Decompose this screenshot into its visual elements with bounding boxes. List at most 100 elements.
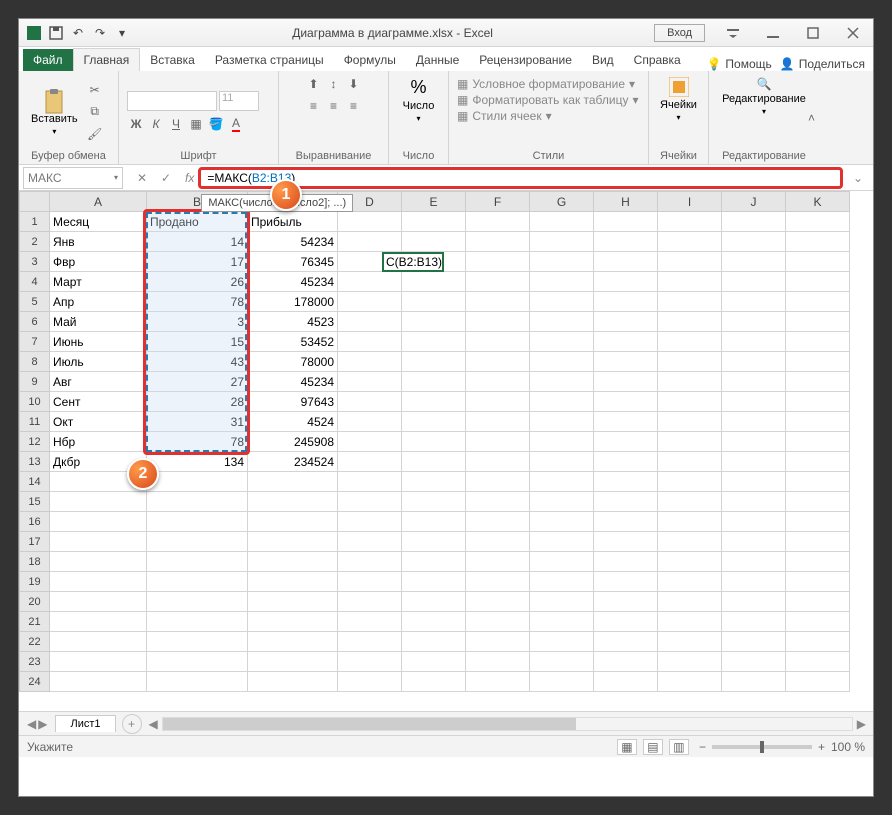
- cell-I14[interactable]: [658, 472, 722, 492]
- cell-G11[interactable]: [530, 412, 594, 432]
- cell-B20[interactable]: [147, 592, 248, 612]
- cell-C1[interactable]: Прибыль: [248, 212, 338, 232]
- cell-E21[interactable]: [402, 612, 466, 632]
- tab-insert[interactable]: Вставка: [140, 49, 205, 71]
- cell-G10[interactable]: [530, 392, 594, 412]
- cell-I17[interactable]: [658, 532, 722, 552]
- row-header-24[interactable]: 24: [20, 672, 50, 692]
- border-icon[interactable]: ▦: [187, 115, 205, 133]
- underline-button[interactable]: Ч: [167, 115, 185, 133]
- undo-icon[interactable]: ↶: [69, 24, 87, 42]
- cell-J21[interactable]: [722, 612, 786, 632]
- cell-I15[interactable]: [658, 492, 722, 512]
- cell-J9[interactable]: [722, 372, 786, 392]
- cell-B11[interactable]: 31: [147, 412, 248, 432]
- cell-D19[interactable]: [338, 572, 402, 592]
- cell-E20[interactable]: [402, 592, 466, 612]
- cell-A5[interactable]: Апр: [50, 292, 147, 312]
- cell-G19[interactable]: [530, 572, 594, 592]
- row-header-15[interactable]: 15: [20, 492, 50, 512]
- cell-I5[interactable]: [658, 292, 722, 312]
- cell-C18[interactable]: [248, 552, 338, 572]
- cell-E2[interactable]: [402, 232, 466, 252]
- cell-D12[interactable]: [338, 432, 402, 452]
- cell-I24[interactable]: [658, 672, 722, 692]
- cell-B1[interactable]: Продано: [147, 212, 248, 232]
- cell-F15[interactable]: [466, 492, 530, 512]
- sheet-prev-icon[interactable]: ◀: [27, 717, 36, 731]
- cell-H1[interactable]: [594, 212, 658, 232]
- cell-D9[interactable]: [338, 372, 402, 392]
- cell-H21[interactable]: [594, 612, 658, 632]
- row-header-20[interactable]: 20: [20, 592, 50, 612]
- cell-B4[interactable]: 26: [147, 272, 248, 292]
- cell-C3[interactable]: 76345: [248, 252, 338, 272]
- cell-C11[interactable]: 4524: [248, 412, 338, 432]
- cell-D16[interactable]: [338, 512, 402, 532]
- cell-B9[interactable]: 27: [147, 372, 248, 392]
- cell-G5[interactable]: [530, 292, 594, 312]
- cell-F4[interactable]: [466, 272, 530, 292]
- view-pagebreak-icon[interactable]: ▥: [669, 739, 689, 755]
- row-header-21[interactable]: 21: [20, 612, 50, 632]
- cell-H7[interactable]: [594, 332, 658, 352]
- cell-G18[interactable]: [530, 552, 594, 572]
- cell-D8[interactable]: [338, 352, 402, 372]
- cell-B18[interactable]: [147, 552, 248, 572]
- cell-H9[interactable]: [594, 372, 658, 392]
- font-size-select[interactable]: 11: [219, 91, 259, 111]
- align-left-icon[interactable]: ≡: [305, 97, 323, 115]
- cell-A11[interactable]: Окт: [50, 412, 147, 432]
- cell-E23[interactable]: [402, 652, 466, 672]
- cell-I10[interactable]: [658, 392, 722, 412]
- cell-C12[interactable]: 245908: [248, 432, 338, 452]
- row-header-4[interactable]: 4: [20, 272, 50, 292]
- cell-K17[interactable]: [786, 532, 850, 552]
- cell-J13[interactable]: [722, 452, 786, 472]
- tab-view[interactable]: Вид: [582, 49, 624, 71]
- maximize-button[interactable]: [793, 19, 833, 47]
- cell-D17[interactable]: [338, 532, 402, 552]
- cell-I6[interactable]: [658, 312, 722, 332]
- row-header-10[interactable]: 10: [20, 392, 50, 412]
- col-header-G[interactable]: G: [530, 192, 594, 212]
- col-header-F[interactable]: F: [466, 192, 530, 212]
- cell-A15[interactable]: [50, 492, 147, 512]
- name-box[interactable]: МАКС ▾: [23, 167, 123, 189]
- cell-F22[interactable]: [466, 632, 530, 652]
- cell-K22[interactable]: [786, 632, 850, 652]
- cell-F13[interactable]: [466, 452, 530, 472]
- cell-E13[interactable]: [402, 452, 466, 472]
- cell-C21[interactable]: [248, 612, 338, 632]
- cell-K9[interactable]: [786, 372, 850, 392]
- cells-button[interactable]: Ячейки ▾: [656, 75, 701, 124]
- cell-A6[interactable]: Май: [50, 312, 147, 332]
- tab-file[interactable]: Файл: [23, 49, 73, 71]
- cell-D5[interactable]: [338, 292, 402, 312]
- cell-C9[interactable]: 45234: [248, 372, 338, 392]
- row-header-12[interactable]: 12: [20, 432, 50, 452]
- cell-B12[interactable]: 78: [147, 432, 248, 452]
- cell-E19[interactable]: [402, 572, 466, 592]
- sheet-next-icon[interactable]: ▶: [38, 717, 47, 731]
- cell-E4[interactable]: [402, 272, 466, 292]
- cell-F24[interactable]: [466, 672, 530, 692]
- cell-D6[interactable]: [338, 312, 402, 332]
- cell-H24[interactable]: [594, 672, 658, 692]
- cell-H6[interactable]: [594, 312, 658, 332]
- cell-G24[interactable]: [530, 672, 594, 692]
- view-layout-icon[interactable]: ▤: [643, 739, 663, 755]
- cell-B22[interactable]: [147, 632, 248, 652]
- cell-J11[interactable]: [722, 412, 786, 432]
- cell-A18[interactable]: [50, 552, 147, 572]
- spreadsheet-grid[interactable]: ABCDEFGHIJK1МесяцПроданоПрибыль2Янв14542…: [19, 191, 873, 711]
- cell-A20[interactable]: [50, 592, 147, 612]
- cell-D24[interactable]: [338, 672, 402, 692]
- cell-A16[interactable]: [50, 512, 147, 532]
- cell-C23[interactable]: [248, 652, 338, 672]
- cell-G3[interactable]: [530, 252, 594, 272]
- add-sheet-button[interactable]: +: [122, 714, 142, 734]
- collapse-ribbon-icon[interactable]: ˄: [808, 111, 815, 125]
- login-button[interactable]: Вход: [654, 24, 705, 42]
- cell-I13[interactable]: [658, 452, 722, 472]
